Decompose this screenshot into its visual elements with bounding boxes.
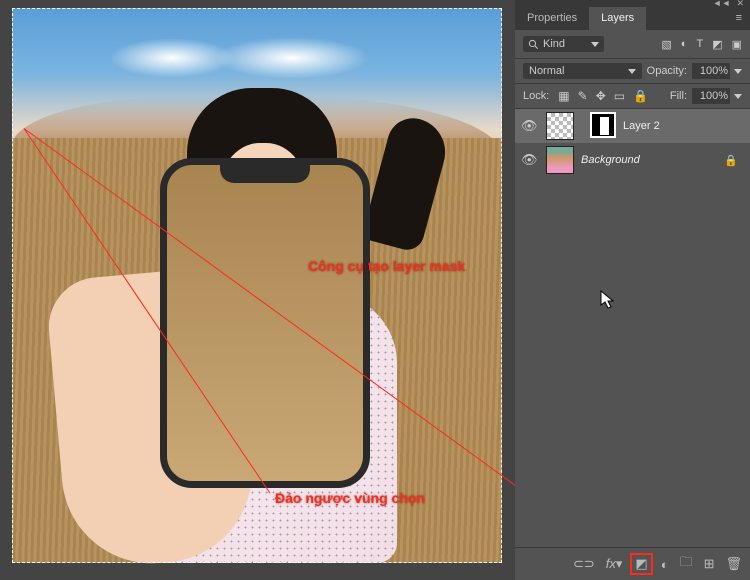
filter-type-icon[interactable]: T [696,38,703,51]
fill-label: Fill: [670,90,687,102]
layer-name[interactable]: Background [581,154,640,166]
canvas-area[interactable]: Công cụ tạo layer mask Đảo ngược vùng ch… [0,0,515,580]
tab-layers[interactable]: Layers [589,7,646,30]
mask-thumbnail[interactable] [590,112,616,138]
filter-adjust-icon[interactable]: ◐ [681,38,688,51]
panel-tabs: Properties Layers ≡ [515,6,750,30]
lock-icon[interactable]: 🔒 [724,154,738,167]
lock-pixels-icon[interactable]: ✎ [578,89,588,103]
layer-row[interactable]: 👁 Background 🔒 [515,143,750,177]
blend-mode-dropdown[interactable]: Normal [523,63,642,79]
lock-transparent-icon[interactable]: ▦ [558,89,569,103]
filter-pixel-icon[interactable]: ▧ [661,38,671,51]
new-layer-icon[interactable]: ⊞ [704,556,715,572]
opacity-label: Opacity: [647,65,687,77]
chevron-down-icon [628,69,636,74]
panel-menu-icon[interactable]: ≡ [728,7,750,30]
lock-all-icon[interactable]: 🔒 [633,89,648,103]
chevron-down-icon [734,94,742,99]
document-canvas[interactable] [12,8,502,563]
layer-fx-icon[interactable]: fx▾ [606,556,623,572]
clouds-graphic [112,38,372,78]
blend-row: Normal Opacity: [515,59,750,83]
fill-input[interactable] [692,88,742,104]
chevron-down-icon [734,69,742,74]
annotation-layer-mask-tool: Công cụ tạo layer mask [308,258,465,274]
lock-row: Lock: ▦ ✎ ✥ ▭ 🔒 Fill: [515,83,750,109]
visibility-toggle[interactable]: 👁 [521,152,537,168]
delete-layer-icon[interactable]: 🗑 [725,556,742,572]
layers-bottom-bar: ⊂⊃ fx▾ ◩ ◐ 🗀 ⊞ 🗑 [515,547,750,580]
add-mask-button[interactable]: ◩ [630,553,652,575]
layer-thumbnail[interactable] [546,112,574,140]
layer-filter-row: ▧ ◐ T ◩ ▣ [515,30,750,59]
tab-properties[interactable]: Properties [515,7,589,30]
layer-name[interactable]: Layer 2 [623,120,660,132]
lock-artboard-icon[interactable]: ▭ [614,89,625,103]
filter-kind-input[interactable] [543,38,585,50]
link-layers-icon[interactable]: ⊂⊃ [573,556,595,572]
chevron-down-icon [591,42,599,47]
lock-position-icon[interactable]: ✥ [596,89,606,103]
visibility-toggle[interactable]: 👁 [521,118,537,134]
filter-kind-dropdown[interactable] [523,36,604,52]
layer-row[interactable]: 👁 Layer 2 [515,109,750,143]
layer-thumbnail[interactable] [546,146,574,174]
filter-shape-icon[interactable]: ◩ [712,38,722,51]
annotation-invert-selection: Đảo ngược vùng chọn [275,490,425,506]
lock-label: Lock: [523,90,549,102]
filter-smart-icon[interactable]: ▣ [732,38,742,51]
mask-link-icon[interactable] [577,112,587,140]
phone-graphic [160,158,370,488]
layers-panel: ◄◄✕ Properties Layers ≡ ▧ ◐ T ◩ ▣ Normal… [515,0,750,580]
search-icon [528,39,539,50]
layers-list: 👁 Layer 2 👁 Background 🔒 [515,109,750,547]
opacity-input[interactable] [692,63,742,79]
new-group-icon[interactable]: 🗀 [680,553,693,575]
new-adjustment-icon[interactable]: ◐ [661,557,669,572]
